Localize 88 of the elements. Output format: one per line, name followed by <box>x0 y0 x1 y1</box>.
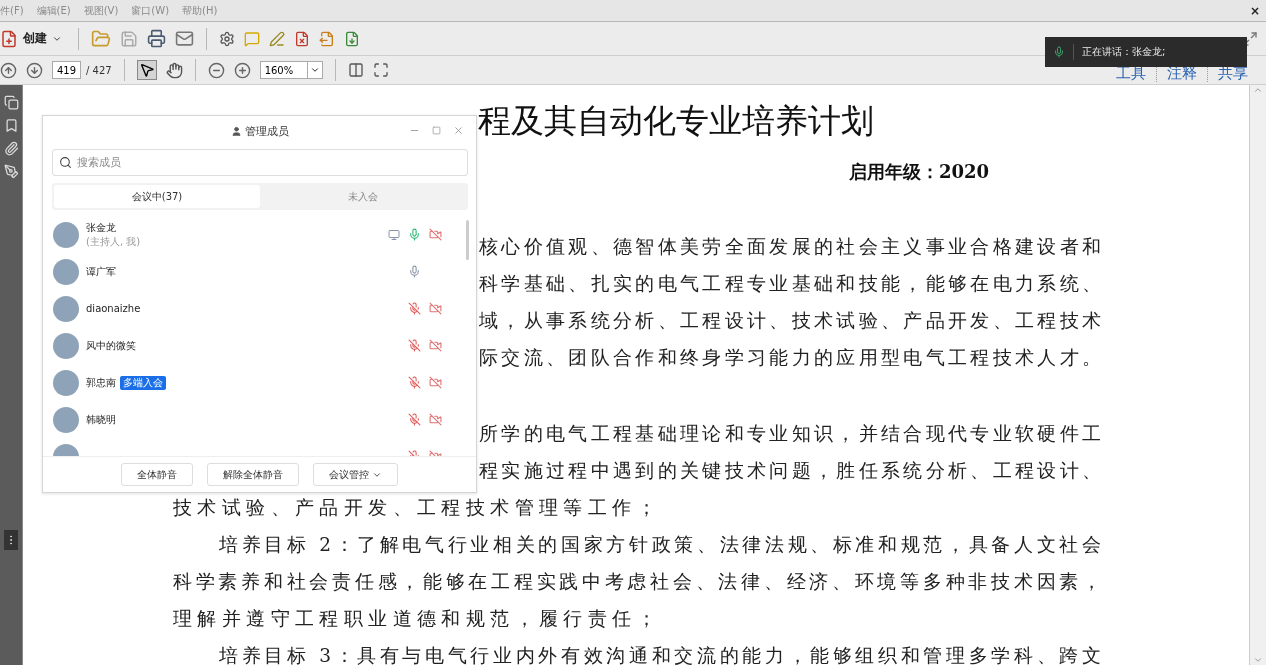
page-field[interactable]: 419 <box>52 61 81 79</box>
body-text-line: 所学的电气工程基础理论和专业知识，并结合现代专业软硬件工 <box>479 422 1101 446</box>
print-icon[interactable] <box>147 29 166 48</box>
maximize-icon[interactable] <box>432 126 441 135</box>
microphone-icon <box>1053 46 1065 58</box>
footer-button[interactable]: 解除全体静音 <box>207 463 299 486</box>
body-text-line: 培养目标 2：了解电气行业相关的国家方针政策、法律法规、标准和规范，具备人文社会 <box>219 533 1101 557</box>
document-delete-icon[interactable] <box>294 30 310 47</box>
scroll-down-icon[interactable] <box>1253 655 1263 665</box>
full-screen-icon[interactable] <box>372 62 389 78</box>
zoom-in-icon[interactable] <box>233 61 251 79</box>
microphone-muted-icon[interactable] <box>408 413 421 426</box>
close-button[interactable]: × <box>1249 3 1260 18</box>
member-name: 韩晓明 <box>86 412 116 427</box>
open-folder-icon[interactable] <box>91 28 111 49</box>
user-icon <box>230 125 242 137</box>
hand-icon[interactable] <box>165 61 183 79</box>
body-text-line: 核心价值观、德智体美劳全面发展的社会主义事业合格建设者和 <box>479 235 1101 259</box>
pen-icon[interactable] <box>269 30 285 47</box>
comment-icon[interactable] <box>244 30 260 47</box>
panel-title: 管理成员 <box>244 123 289 139</box>
body-text-line: 培养目标 3：具有与电气行业内外有效沟通和交流的能力，能够组织和管理多学科、跨文 <box>219 644 1101 665</box>
body-text-line: 程实施过程中遇到的关键技术问题，胜任系统分析、工程设计、 <box>479 459 1101 483</box>
multi-device-badge: 多端入会 <box>120 375 166 390</box>
footer-button[interactable]: 全体静音 <box>121 463 193 486</box>
member-name: 郭忠南 <box>86 375 116 390</box>
close-icon[interactable] <box>453 125 464 136</box>
body-text-line: 科学基础、扎实的电气工程专业基础和技能，能够在电力系统、 <box>479 272 1101 296</box>
save-icon[interactable] <box>120 29 138 48</box>
fit-width-icon[interactable] <box>347 62 364 78</box>
body-text-line: 域，从事系统分析、工程设计、技术试验、产品开发、工程技术 <box>479 309 1101 333</box>
camera-off-icon[interactable] <box>429 339 442 352</box>
body-text-line: 理解并遵守工程职业道德和规范，履行责任； <box>173 607 661 631</box>
member-name: 风中的微笑 <box>86 338 136 353</box>
camera-off-icon[interactable] <box>429 302 442 315</box>
grade-text: 启用年级：2020 <box>849 160 990 184</box>
zoom-out-icon[interactable] <box>207 61 225 79</box>
member-row[interactable]: 张金龙 (主持人, 我) <box>43 216 476 253</box>
mail-icon[interactable] <box>175 29 194 48</box>
page-total: / 427 <box>86 64 112 76</box>
camera-off-icon[interactable] <box>429 413 442 426</box>
speaking-text: 正在讲话：张金龙; <box>1082 45 1166 59</box>
signature-pen-icon[interactable] <box>3 164 19 179</box>
member-row[interactable]: 谭广军 <box>43 253 476 290</box>
microphone-icon[interactable] <box>408 228 421 241</box>
avatar-photo-placeholder <box>53 258 79 285</box>
document-download-icon[interactable] <box>344 30 360 47</box>
document-title: 程及其自动化专业培养计划 <box>478 100 874 142</box>
member-row[interactable]: 风中的微笑 <box>43 327 476 364</box>
body-text-line: 际交流、团队合作和终身学习能力的应用型电气工程技术人才。 <box>479 346 1101 370</box>
tab[interactable]: 会议中(37) <box>54 185 260 208</box>
document-plus-icon <box>0 29 18 48</box>
more-icon[interactable] <box>4 530 18 550</box>
microphone-muted-icon[interactable] <box>408 376 421 389</box>
arrow-down-icon[interactable] <box>26 61 43 79</box>
microphone-icon[interactable] <box>408 265 421 278</box>
avatar-photo-placeholder <box>53 295 79 322</box>
member-name: 谭广军 <box>86 264 116 279</box>
settings-icon[interactable] <box>219 30 235 47</box>
member-row[interactable]: diaonaizhe <box>43 290 476 327</box>
avatar-photo-placeholder <box>53 406 79 433</box>
scroll-up-icon[interactable] <box>1253 85 1263 95</box>
body-text-line: 科学素养和社会责任感，能够在工程实践中考虑社会、法律、经济、环境等多种非技术因素， <box>173 570 1101 594</box>
member-row[interactable]: 韩晓明 <box>43 401 476 438</box>
document-export-icon[interactable] <box>319 30 335 47</box>
screen-share-icon[interactable] <box>388 228 400 241</box>
camera-off-icon[interactable] <box>429 228 442 241</box>
member-row[interactable]: 郭忠南 多端入会 <box>43 364 476 401</box>
footer-button[interactable]: 会议管控 <box>313 463 398 486</box>
paperclip-icon[interactable] <box>3 141 19 156</box>
microphone-muted-icon[interactable] <box>408 302 421 315</box>
body-text-line: 技术试验、产品开发、工程技术管理等工作； <box>173 496 661 520</box>
arrow-up-icon[interactable] <box>0 61 17 79</box>
bookmark-icon[interactable] <box>3 118 19 133</box>
avatar-photo-placeholder <box>53 369 79 396</box>
microphone-muted-icon[interactable] <box>408 339 421 352</box>
select-tool-icon[interactable] <box>136 60 157 80</box>
pages-icon[interactable] <box>3 95 19 110</box>
create-button[interactable]: 创建 <box>0 29 66 48</box>
caret-icon <box>309 65 320 75</box>
member-role: (主持人, 我) <box>86 234 141 249</box>
camera-off-icon[interactable] <box>429 376 442 389</box>
zoom-field[interactable]: 160% <box>259 61 308 79</box>
avatar-photo-placeholder <box>53 221 79 248</box>
avatar-photo-placeholder <box>53 332 79 359</box>
member-name: diaonaizhe <box>86 303 141 314</box>
member-name: 张金龙 <box>86 220 116 235</box>
search-field[interactable]: 搜索成员 <box>52 149 468 176</box>
